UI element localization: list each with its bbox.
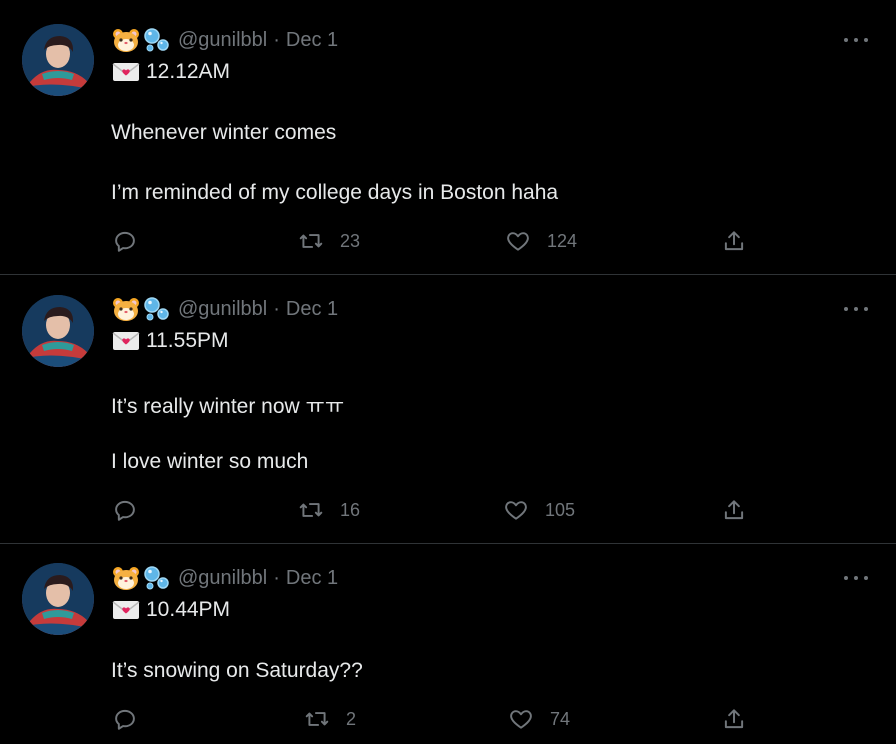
like-button[interactable]: 124: [505, 228, 577, 254]
reply-icon: [115, 500, 135, 521]
share-icon: [724, 231, 744, 251]
tweet-actions: 2 74: [0, 706, 896, 736]
bubbles-icon: [144, 297, 169, 321]
share-button[interactable]: [721, 228, 747, 254]
tweet-actions: 16 105: [0, 497, 896, 527]
reply-button[interactable]: [112, 228, 138, 254]
retweet-icon: [305, 712, 329, 726]
tweet-time-line: 12.12AM: [112, 60, 230, 84]
tweet-time-text: 10.44PM: [146, 598, 231, 621]
love-letter-icon: [112, 601, 140, 619]
more-options-icon[interactable]: [844, 568, 868, 588]
tweet-text-line: I love winter so much: [111, 450, 309, 473]
retweet-button[interactable]: 23: [298, 228, 360, 254]
tweet-text-line: Whenever winter comes: [111, 121, 337, 144]
heart-icon: [505, 501, 527, 520]
separator-dot: ·: [273, 566, 280, 589]
tweet-date[interactable]: Dec 1: [286, 567, 338, 590]
tweet-text-line: It’s really winter now ㅠㅠ: [111, 395, 345, 418]
more-options-icon[interactable]: [844, 30, 868, 50]
hamster-face-icon: [113, 567, 139, 590]
tweet-header: @gunilbbl · Dec 1: [112, 296, 338, 322]
tweet-time-line: 11.55PM: [112, 329, 229, 353]
like-button[interactable]: 105: [503, 497, 575, 523]
retweet-count: 16: [340, 499, 361, 520]
share-button[interactable]: [721, 497, 747, 523]
bubbles-icon: [144, 566, 169, 590]
tweet-text-line: I’m reminded of my college days in Bosto…: [111, 181, 559, 204]
author-handle[interactable]: @gunilbbl: [178, 298, 267, 321]
reply-button[interactable]: [112, 706, 138, 732]
avatar[interactable]: [22, 24, 94, 96]
like-count: 105: [545, 499, 576, 520]
tweet-time-line: 10.44PM: [112, 598, 230, 622]
like-button[interactable]: 74: [508, 706, 570, 732]
retweet-count: 2: [346, 708, 357, 729]
share-icon: [724, 500, 744, 520]
tweet-text-line: It’s snowing on Saturday??: [111, 659, 363, 682]
share-icon: [724, 709, 744, 729]
heart-icon: [507, 232, 529, 251]
tweet-header: @gunilbbl · Dec 1: [112, 27, 338, 53]
tweet[interactable]: @gunilbbl · Dec 1 11.55PM It’s really wi…: [0, 275, 896, 543]
bubbles-icon: [144, 28, 169, 52]
retweet-button[interactable]: 2: [304, 706, 356, 732]
separator-dot: ·: [273, 28, 280, 51]
author-handle[interactable]: @gunilbbl: [178, 29, 267, 52]
retweet-button[interactable]: 16: [298, 497, 360, 523]
like-count: 124: [547, 230, 578, 251]
author-handle[interactable]: @gunilbbl: [178, 567, 267, 590]
retweet-icon: [299, 503, 323, 517]
avatar[interactable]: [22, 563, 94, 635]
reply-icon: [115, 231, 135, 252]
tweet-actions: 23 124: [0, 228, 896, 258]
more-options-icon[interactable]: [844, 299, 868, 319]
tweet[interactable]: @gunilbbl · Dec 1 12.12AM Whenever winte…: [0, 0, 896, 274]
tweet-time-text: 12.12AM: [146, 60, 231, 83]
tweet-time-text: 11.55PM: [146, 329, 229, 352]
tweet-date[interactable]: Dec 1: [286, 298, 338, 321]
reply-icon: [115, 709, 135, 730]
tweet[interactable]: @gunilbbl · Dec 1 10.44PM It’s snowing o…: [0, 544, 896, 744]
separator-dot: ·: [273, 297, 280, 320]
avatar[interactable]: [22, 295, 94, 367]
hamster-face-icon: [113, 298, 139, 321]
like-count: 74: [550, 708, 571, 729]
share-button[interactable]: [721, 706, 747, 732]
love-letter-icon: [112, 63, 140, 81]
hamster-face-icon: [113, 29, 139, 52]
reply-button[interactable]: [112, 497, 138, 523]
retweet-count: 23: [340, 230, 361, 251]
love-letter-icon: [112, 332, 140, 350]
retweet-icon: [299, 234, 323, 248]
tweet-date[interactable]: Dec 1: [286, 29, 338, 52]
tweet-header: @gunilbbl · Dec 1: [112, 565, 338, 591]
heart-icon: [510, 710, 532, 729]
tweet-feed: @gunilbbl · Dec 1 12.12AM Whenever winte…: [0, 0, 896, 744]
